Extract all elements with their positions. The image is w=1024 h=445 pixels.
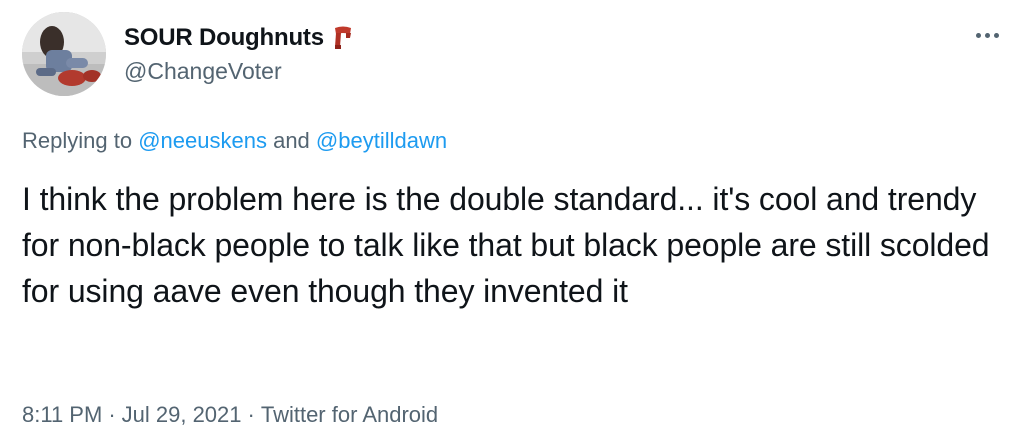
user-handle[interactable]: @ChangeVoter <box>124 58 282 85</box>
tweet-time[interactable]: 8:11 PM <box>22 402 102 427</box>
reply-conjunction: and <box>273 128 310 153</box>
avatar-image <box>22 12 106 96</box>
tweet-meta: 8:11 PM · Jul 29, 2021 · Twitter for Android <box>22 402 438 428</box>
reply-prefix: Replying to <box>22 128 133 153</box>
more-horizontal-icon <box>975 32 999 38</box>
name-row: SOUR Doughnuts <box>124 22 354 54</box>
more-options-button[interactable] <box>970 22 1004 48</box>
tweet-source[interactable]: Twitter for Android <box>261 402 438 427</box>
scarf-emoji-icon <box>332 25 354 51</box>
avatar[interactable] <box>22 12 106 96</box>
tweet-text: I think the problem here is the double s… <box>22 181 990 309</box>
tweet-date[interactable]: Jul 29, 2021 <box>122 402 242 427</box>
mention-link-2[interactable]: @beytilldawn <box>316 128 447 153</box>
display-name[interactable]: SOUR Doughnuts <box>124 24 324 52</box>
meta-separator-1: · <box>108 402 116 427</box>
reply-context: Replying to @neeuskens and @beytilldawn <box>22 128 447 154</box>
meta-separator-2: · <box>247 402 255 427</box>
tweet-card: SOUR Doughnuts @ChangeVoter Replying to … <box>0 0 1024 445</box>
mention-link-1[interactable]: @neeuskens <box>138 128 267 153</box>
